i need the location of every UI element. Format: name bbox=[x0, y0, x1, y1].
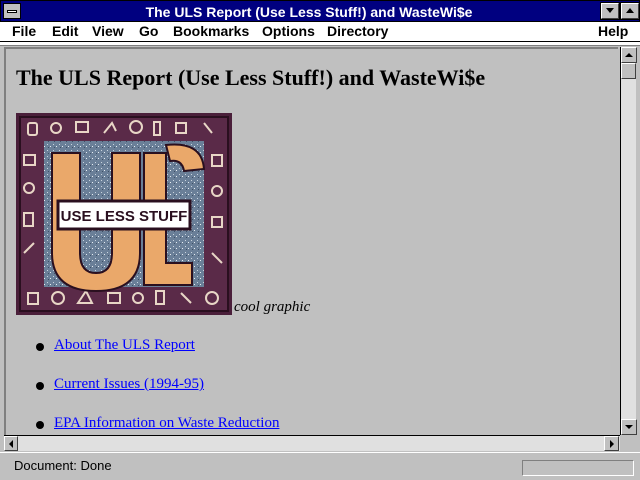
arrow-right-icon bbox=[610, 440, 614, 448]
logo-label: USE LESS STUFF bbox=[61, 208, 188, 225]
menu-file[interactable]: File bbox=[12, 22, 36, 41]
page-title: The ULS Report (Use Less Stuff!) and Was… bbox=[16, 65, 486, 90]
maximize-button[interactable] bbox=[620, 2, 640, 20]
menu-bar: File Edit View Go Bookmarks Options Dire… bbox=[0, 22, 640, 42]
progress-indicator bbox=[522, 460, 634, 476]
window-title: The ULS Report (Use Less Stuff!) and Was… bbox=[145, 4, 473, 20]
triangle-down-icon bbox=[606, 8, 614, 13]
link-epa-information[interactable]: EPA Information on Waste Reduction bbox=[54, 415, 279, 432]
status-bar: Document: Done bbox=[0, 452, 640, 480]
arrow-up-icon bbox=[625, 53, 633, 57]
system-menu-icon bbox=[7, 10, 17, 13]
bullet-icon bbox=[36, 343, 44, 351]
document-view[interactable]: The ULS Report (Use Less Stuff!) and Was… bbox=[4, 47, 618, 435]
menu-help[interactable]: Help bbox=[598, 22, 628, 41]
menu-options[interactable]: Options bbox=[262, 22, 315, 41]
arrow-down-icon bbox=[625, 425, 633, 429]
horizontal-scrollbar[interactable] bbox=[4, 435, 620, 451]
menu-bookmarks[interactable]: Bookmarks bbox=[173, 22, 249, 41]
vertical-scroll-thumb[interactable] bbox=[621, 63, 636, 79]
browser-window: The ULS Report (Use Less Stuff!) and Was… bbox=[0, 0, 640, 480]
scrollbar-corner bbox=[620, 435, 636, 451]
status-text: Document: Done bbox=[14, 458, 112, 473]
logo-caption: cool graphic bbox=[234, 299, 311, 315]
bullet-icon bbox=[36, 382, 44, 390]
link-current-issues[interactable]: Current Issues (1994-95) bbox=[54, 376, 204, 393]
title-bar[interactable]: The ULS Report (Use Less Stuff!) and Was… bbox=[0, 0, 640, 22]
uls-logo-image[interactable]: USE LESS STUFF bbox=[16, 113, 232, 315]
scroll-left-button[interactable] bbox=[4, 436, 18, 451]
minimize-button[interactable] bbox=[600, 2, 620, 20]
scroll-down-button[interactable] bbox=[621, 419, 637, 435]
arrow-left-icon bbox=[9, 440, 13, 448]
link-about-uls-report[interactable]: About The ULS Report bbox=[54, 337, 195, 354]
bullet-icon bbox=[36, 421, 44, 429]
vertical-scroll-track[interactable] bbox=[621, 79, 636, 419]
menu-go[interactable]: Go bbox=[139, 22, 158, 41]
menu-directory[interactable]: Directory bbox=[327, 22, 388, 41]
triangle-up-icon bbox=[626, 8, 634, 13]
scroll-up-button[interactable] bbox=[621, 47, 637, 63]
vertical-scrollbar[interactable] bbox=[620, 47, 637, 435]
toolbar-divider bbox=[0, 42, 640, 46]
menu-view[interactable]: View bbox=[92, 22, 124, 41]
menu-edit[interactable]: Edit bbox=[52, 22, 78, 41]
scroll-right-button[interactable] bbox=[604, 436, 619, 451]
system-menu-button[interactable] bbox=[3, 3, 21, 19]
